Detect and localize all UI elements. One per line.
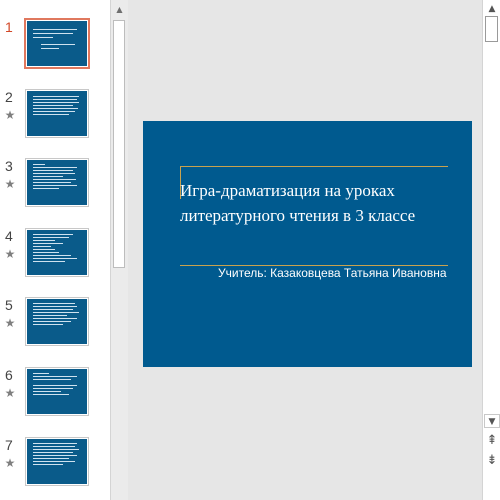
scroll-down-arrow-icon[interactable]: ▼ xyxy=(484,414,500,428)
slide-title[interactable]: Игра-драматизация на уроках литературног… xyxy=(180,178,450,228)
slide-subtitle[interactable]: Учитель: Казаковцева Татьяна Ивановна xyxy=(218,265,458,282)
slide-thumbnail-1[interactable]: 1 xyxy=(0,18,110,75)
slide-thumbnail-5[interactable]: 5 ★ xyxy=(0,297,110,353)
animation-star-icon: ★ xyxy=(4,177,16,191)
slide-thumbnail-panel: 1 2 ★ 3 ★ 4 ★ 5 ★ 6 ★ 7 ★ xyxy=(0,0,111,500)
animation-star-icon: ★ xyxy=(4,247,16,261)
scroll-up-arrow-icon[interactable]: ▲ xyxy=(484,2,500,16)
thumbnail-preview xyxy=(27,21,87,66)
thumbnail-preview xyxy=(27,160,87,205)
slide-number: 6 xyxy=(5,367,13,383)
slide-number: 4 xyxy=(5,228,13,244)
scroll-up-arrow-icon[interactable]: ▲ xyxy=(111,2,128,17)
animation-star-icon: ★ xyxy=(4,316,16,330)
slide-editing-area: Игра-драматизация на уроках литературног… xyxy=(128,0,482,500)
slide-number: 3 xyxy=(5,158,13,174)
thumbnail-preview xyxy=(27,439,87,484)
scrollbar-thumb[interactable] xyxy=(485,16,498,42)
slide-number: 1 xyxy=(5,19,13,35)
thumbnail-frame[interactable] xyxy=(25,437,89,486)
slide-thumbnail-3[interactable]: 3 ★ xyxy=(0,158,110,214)
thumbnail-preview xyxy=(27,369,87,414)
thumbnail-preview xyxy=(27,91,87,136)
thumbnail-panel-scrollbar[interactable]: ▲ xyxy=(110,0,128,500)
slide-number: 5 xyxy=(5,297,13,313)
next-slide-icon[interactable]: ⇟ xyxy=(484,454,500,468)
previous-slide-icon[interactable]: ⇞ xyxy=(484,434,500,448)
slide-thumbnail-4[interactable]: 4 ★ xyxy=(0,228,110,284)
thumbnail-frame[interactable] xyxy=(24,18,90,69)
slide-number: 7 xyxy=(5,437,13,453)
thumbnail-frame[interactable] xyxy=(25,297,89,346)
scrollbar-thumb[interactable] xyxy=(113,20,125,268)
slide-thumbnail-7[interactable]: 7 ★ xyxy=(0,437,110,493)
thumbnail-frame[interactable] xyxy=(25,89,89,138)
slide-thumbnail-6[interactable]: 6 ★ xyxy=(0,367,110,423)
current-slide[interactable]: Игра-драматизация на уроках литературног… xyxy=(143,121,472,367)
thumbnail-preview xyxy=(27,230,87,275)
slide-number: 2 xyxy=(5,89,13,105)
thumbnail-frame[interactable] xyxy=(25,158,89,207)
animation-star-icon: ★ xyxy=(4,108,16,122)
thumbnail-frame[interactable] xyxy=(25,228,89,277)
thumbnail-frame[interactable] xyxy=(25,367,89,416)
animation-star-icon: ★ xyxy=(4,386,16,400)
thumbnail-preview xyxy=(27,299,87,344)
animation-star-icon: ★ xyxy=(4,456,16,470)
editor-scrollbar[interactable]: ▲ ▼ ⇞ ⇟ xyxy=(482,0,500,500)
slide-thumbnail-2[interactable]: 2 ★ xyxy=(0,89,110,145)
title-accent-line xyxy=(180,166,448,167)
